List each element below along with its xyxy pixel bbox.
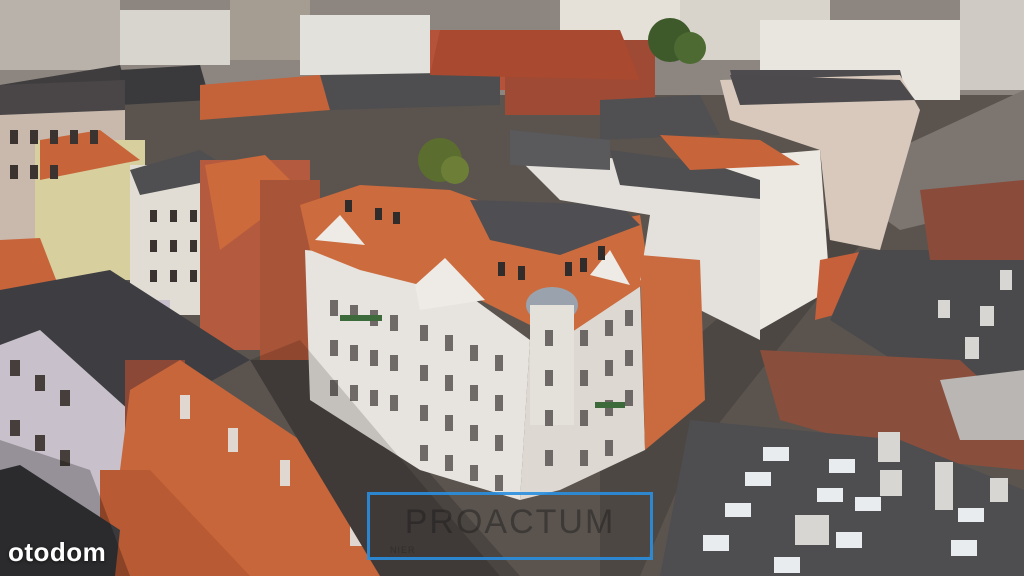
agency-watermark: PROACTUM NIER [367, 492, 653, 560]
agency-watermark-subtext: NIER [390, 545, 416, 555]
aerial-photo: PROACTUM NIER otodom [0, 0, 1024, 576]
otodom-logo: otodom [8, 537, 107, 567]
agency-watermark-text: PROACTUM [404, 503, 616, 541]
aerial-scene [0, 0, 1024, 576]
